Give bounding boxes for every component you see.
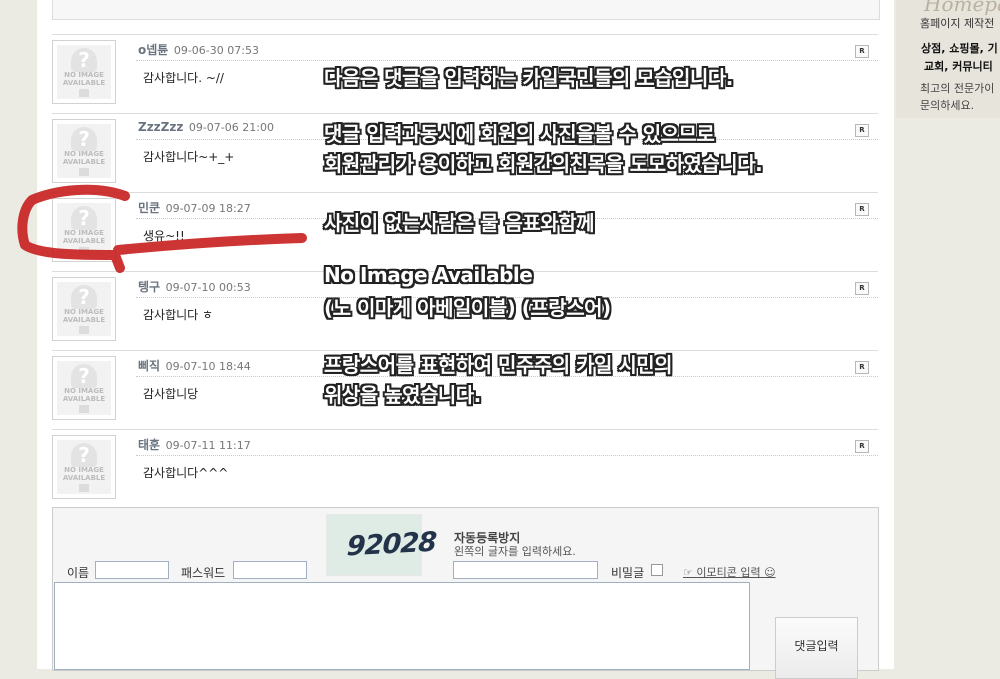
comment-meta: 텡구 09-07-10 00:53: [138, 278, 251, 295]
antispam-description: 왼쪽의 글자를 입력하세요.: [454, 545, 576, 558]
comment-text: 감사합니다 ㅎ: [143, 308, 214, 322]
secret-checkbox[interactable]: [651, 564, 663, 576]
ad-banner[interactable]: Homepage 홈페이지 제작전 상점, 쇼핑몰, 기 교회, 커뮤니티 최고…: [896, 0, 1000, 118]
ad-script-text: Homepage: [924, 0, 1000, 16]
avatar-text-line1: NO IMAGE: [64, 229, 104, 237]
comment-date: 09-07-10 00:53: [165, 281, 251, 294]
comment-date: 09-07-06 21:00: [188, 121, 274, 134]
annotation-line-2: 댓글 입력과동시에 회원의 사진을볼 수 있으므로: [324, 122, 715, 146]
avatar: ? NO IMAGE AVAILABLE: [52, 435, 116, 499]
comment-author[interactable]: 텡구: [138, 280, 160, 294]
annotation-line-4: 사진이 없는사람은 물 음표와함께: [324, 211, 595, 235]
comment-date: 09-07-11 11:17: [165, 439, 251, 452]
question-mark-icon: ?: [71, 364, 97, 388]
secret-label: 비밀글: [611, 566, 645, 580]
comment-form: 92028 자동등록방지 왼쪽의 글자를 입력하세요. 이름 패스워드 비밀글 …: [52, 507, 879, 679]
image-icon: [79, 405, 89, 413]
password-label: 패스워드: [181, 566, 226, 580]
annotation-line-6: (노 이마게 아베일이블) (프랑스어): [324, 296, 611, 320]
divider: [136, 455, 878, 456]
reply-button[interactable]: R: [855, 203, 869, 216]
comment-text: 감사합니다. ~//: [143, 71, 224, 85]
question-mark-icon: ?: [71, 443, 97, 467]
avatar-text-line2: AVAILABLE: [62, 316, 106, 324]
avatar-text-line2: AVAILABLE: [62, 158, 106, 166]
name-label: 이름: [67, 566, 90, 580]
avatar-text-line1: NO IMAGE: [64, 308, 104, 316]
avatar-text-line2: AVAILABLE: [62, 79, 106, 87]
name-input[interactable]: [95, 561, 169, 579]
ad-line-4: 최고의 전문가이: [920, 82, 995, 95]
ad-line-1: 홈페이지 제작전: [920, 17, 995, 30]
comment-meta: 민쿤 09-07-09 18:27: [138, 199, 251, 216]
avatar-text-line2: AVAILABLE: [62, 395, 106, 403]
comment-author[interactable]: 민쿤: [138, 201, 160, 215]
avatar-text-line2: AVAILABLE: [62, 237, 106, 245]
comment-meta: ZzzZzz 09-07-06 21:00: [138, 120, 274, 134]
annotation-line-1: 다음은 댓글을 입력하는 카일국민들의 모습입니다.: [324, 66, 733, 90]
password-input[interactable]: [233, 561, 307, 579]
question-mark-icon: ?: [71, 206, 97, 230]
image-icon: [79, 168, 89, 176]
annotation-line-8: 위상을 높였습니다.: [324, 383, 481, 407]
comment-item: ? NO IMAGE AVAILABLE 태훈 09-07-11 11:17 감사합…: [52, 429, 878, 508]
captcha-input[interactable]: [453, 561, 598, 579]
comment-textarea[interactable]: [54, 582, 750, 670]
avatar-text-line1: NO IMAGE: [64, 387, 104, 395]
comment-date: 09-06-30 07:53: [173, 44, 259, 57]
ad-line-3: 교회, 커뮤니티: [924, 60, 993, 73]
image-icon: [79, 247, 89, 255]
emoticon-icon: ☞: [683, 566, 693, 579]
question-mark-icon: ?: [71, 48, 97, 72]
comment-date: 09-07-09 18:27: [165, 202, 251, 215]
avatar: ? NO IMAGE AVAILABLE: [52, 198, 116, 262]
top-box: [52, 0, 880, 20]
submit-comment-button[interactable]: 댓글입력: [775, 617, 858, 679]
avatar: ? NO IMAGE AVAILABLE: [52, 356, 116, 420]
captcha-code: 92028: [346, 526, 437, 563]
reply-button[interactable]: R: [855, 124, 869, 137]
divider: [136, 60, 878, 61]
ad-line-5: 문의하세요.: [920, 99, 975, 112]
avatar-text-line1: NO IMAGE: [64, 150, 104, 158]
image-icon: [79, 484, 89, 492]
avatar: ? NO IMAGE AVAILABLE: [52, 119, 116, 183]
captcha-image: 92028: [326, 514, 437, 576]
smile-icon: ☺: [764, 566, 776, 579]
image-icon: [79, 89, 89, 97]
avatar-text-line1: NO IMAGE: [64, 71, 104, 79]
comment-author[interactable]: o넵튠: [138, 43, 168, 57]
comment-meta: 삐직 09-07-10 18:44: [138, 357, 251, 374]
avatar-text-line1: NO IMAGE: [64, 466, 104, 474]
reply-button[interactable]: R: [855, 282, 869, 295]
question-mark-icon: ?: [71, 285, 97, 309]
comment-author[interactable]: 삐직: [138, 359, 160, 373]
annotation-line-5: No Image Available: [324, 263, 533, 287]
avatar: ? NO IMAGE AVAILABLE: [52, 277, 116, 341]
comment-text: 감사합니당: [143, 387, 199, 401]
comment-text: 생유~!!: [143, 229, 185, 243]
reply-button[interactable]: R: [855, 440, 869, 453]
comment-text: 감사합니다~+_+: [143, 150, 235, 164]
comment-text: 감사합니다^^^: [143, 466, 229, 480]
image-icon: [79, 326, 89, 334]
comment-date: 09-07-10 18:44: [165, 360, 251, 373]
comment-author[interactable]: 태훈: [138, 438, 160, 452]
question-mark-icon: ?: [71, 127, 97, 151]
ad-line-2: 상점, 쇼핑몰, 기: [921, 42, 998, 55]
emoticon-link[interactable]: ☞ 이모티콘 입력 ☺: [683, 564, 776, 580]
comment-author[interactable]: ZzzZzz: [138, 120, 183, 134]
avatar: ? NO IMAGE AVAILABLE: [52, 40, 116, 104]
avatar-text-line2: AVAILABLE: [62, 474, 106, 482]
reply-button[interactable]: R: [855, 361, 869, 374]
reply-button[interactable]: R: [855, 45, 869, 58]
comment-meta: o넵튠 09-06-30 07:53: [138, 41, 259, 58]
annotation-line-7: 프랑스어를 표현하여 민주주의 카일 시민의: [324, 353, 673, 377]
annotation-line-3: 회원관리가 용이하고 회원간의친목을 도모하였습니다.: [324, 152, 763, 176]
comment-meta: 태훈 09-07-11 11:17: [138, 436, 251, 453]
emoticon-label: 이모티콘 입력: [696, 566, 761, 579]
